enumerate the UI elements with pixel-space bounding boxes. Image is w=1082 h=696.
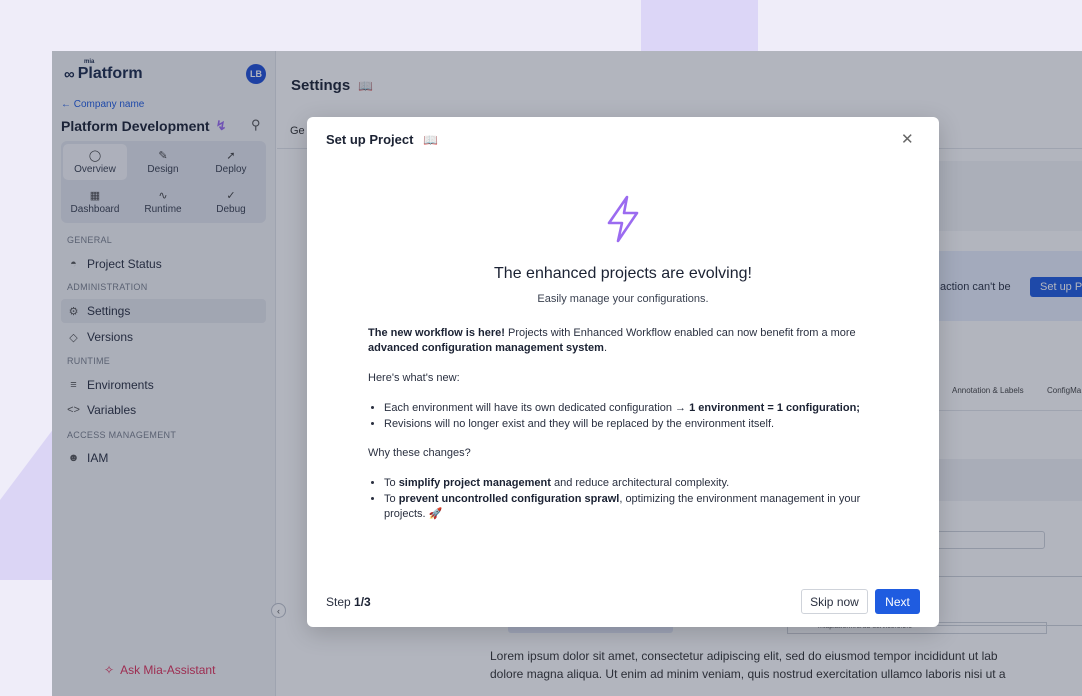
whats-new-list: Each environment will have its own dedic…: [384, 401, 878, 432]
whats-new-heading: Here's what's new:: [368, 372, 460, 384]
modal-subheadline: Easily manage your configurations.: [537, 293, 709, 305]
background-wedge: [0, 420, 60, 580]
next-button[interactable]: Next: [875, 589, 920, 614]
modal-headline: The enhanced projects are evolving!: [494, 265, 752, 282]
modal-title-text: Set up Project: [326, 132, 414, 147]
list-item: To prevent uncontrolled configuration sp…: [384, 492, 878, 522]
skip-now-button[interactable]: Skip now: [801, 589, 868, 614]
list-item: Revisions will no longer exist and they …: [384, 417, 878, 432]
lightning-icon: [607, 195, 639, 243]
book-icon[interactable]: 📖: [423, 133, 438, 147]
intro-paragraph: The new workflow is here! Projects with …: [368, 327, 856, 354]
setup-project-modal: Set up Project 📖 ✕ The enhanced projects…: [307, 117, 939, 627]
list-item: To simplify project management and reduc…: [384, 476, 878, 491]
close-icon[interactable]: ✕: [901, 130, 914, 148]
why-heading: Why these changes?: [368, 447, 471, 459]
list-item: Each environment will have its own dedic…: [384, 401, 878, 416]
modal-body: The new workflow is here! Projects with …: [368, 326, 878, 536]
background-shape: [641, 0, 758, 52]
step-indicator: Step 1/3: [326, 595, 371, 609]
modal-title: Set up Project 📖: [326, 132, 438, 147]
why-list: To simplify project management and reduc…: [384, 476, 878, 522]
